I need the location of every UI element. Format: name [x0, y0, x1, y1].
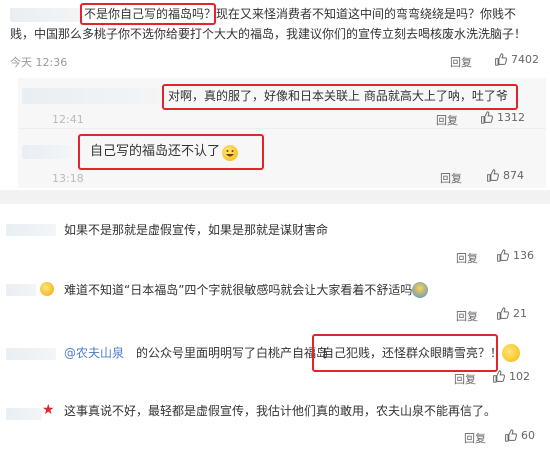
comment-2-like-count: 21 [513, 307, 527, 320]
reply-2-time: 13:18 [52, 172, 84, 185]
thumb-up-icon [495, 53, 507, 66]
reply-2-like-count: 874 [503, 169, 524, 182]
comment-time: 今天 12:36 [10, 56, 68, 69]
blurred-replier-name-2 [22, 145, 72, 159]
thumb-up-icon [493, 370, 505, 383]
comment-2-text: 难道不知道“日本福岛”四个字就很敏感吗就会让大家看着不舒适吗 [64, 283, 413, 297]
comment-3-like-count: 102 [509, 370, 530, 383]
reply-2-reply-button[interactable]: 回复 [440, 170, 462, 186]
comment-4-like-count: 60 [521, 429, 535, 442]
comment-3-reply-button[interactable]: 回复 [454, 371, 476, 387]
comment-1-text: 如果不是那就是虚假宣传，如果是那就是谋财害命 [64, 223, 329, 237]
like-button[interactable]: 7402 [494, 53, 539, 66]
blurred-username [6, 224, 56, 236]
comment-line-1-rest: 现在又来怪消费者不知道这中间的弯弯绕绕是吗？你贱不 [216, 7, 517, 21]
comment-3-body: 的公众号里面明明写了白桃产自福岛 [136, 346, 329, 360]
blurred-username [6, 348, 56, 360]
section-gap [0, 190, 550, 204]
comment-2-like-button[interactable]: 21 [496, 307, 527, 320]
character-emoji [412, 282, 428, 298]
thumb-up-icon [497, 307, 509, 320]
top-comment-panel: 不是你自己写的福岛吗？现在又来怪消费者不知道这中间的弯弯绕绕是吗？你贱不 贱，中… [0, 0, 550, 190]
reply-1-like-count: 1312 [497, 111, 525, 124]
comment-4-text: 这事真说不好，最轻都是虚假宣传，我估计他们真的敢用，农夫山泉不能再信了。 [64, 404, 497, 418]
reply-1-reply-button[interactable]: 回复 [436, 112, 458, 128]
bottom-comment-panel: 如果不是那就是虚假宣传，如果是那就是谋财害命 回复 136 难道不知道“日本福岛… [0, 204, 550, 457]
thumb-up-icon [481, 111, 493, 124]
comment-3-text: @农夫山泉 的公众号里面明明写了白桃产自福岛 [64, 343, 328, 363]
comment-4-like-button[interactable]: 60 [504, 429, 535, 442]
thumb-up-icon [497, 249, 509, 262]
comment-1-like-button[interactable]: 136 [496, 249, 534, 262]
smile-emoji [40, 282, 54, 296]
mention-link[interactable]: @农夫山泉 [64, 346, 124, 360]
comment-2-reply-button[interactable]: 回复 [456, 308, 478, 324]
blurred-replier-name [22, 88, 162, 104]
highlight-box-quote [80, 3, 216, 25]
reply-2-like-button[interactable]: 874 [486, 169, 524, 182]
reply-1-like-button[interactable]: 1312 [480, 111, 525, 124]
star-badge-icon: ★ [42, 402, 55, 418]
comment-1-like-count: 136 [513, 249, 534, 262]
comment-line-2: 贱，中国那么多桃子你不选你给要打个大大的福岛，我建议你们的宣传立刻去喝核废水洗洗… [10, 27, 527, 41]
blurred-username [6, 284, 36, 296]
blurred-username [6, 408, 42, 420]
comment-1-reply-button[interactable]: 回复 [456, 250, 478, 266]
thumb-up-icon [487, 169, 499, 182]
comment-3-like-button[interactable]: 102 [492, 370, 530, 383]
reply-button[interactable]: 回复 [450, 54, 472, 70]
comment-4-reply-button[interactable]: 回复 [464, 430, 486, 446]
highlight-box-reply-1 [162, 84, 518, 110]
highlight-box-quote-3 [312, 334, 498, 372]
like-count: 7402 [511, 53, 539, 66]
reply-1-time: 12:41 [52, 113, 84, 126]
thinking-emoji [502, 344, 520, 362]
divider [18, 128, 546, 129]
blurred-username [10, 8, 80, 22]
highlight-box-reply-2 [78, 134, 264, 170]
thumb-up-icon [505, 429, 517, 442]
